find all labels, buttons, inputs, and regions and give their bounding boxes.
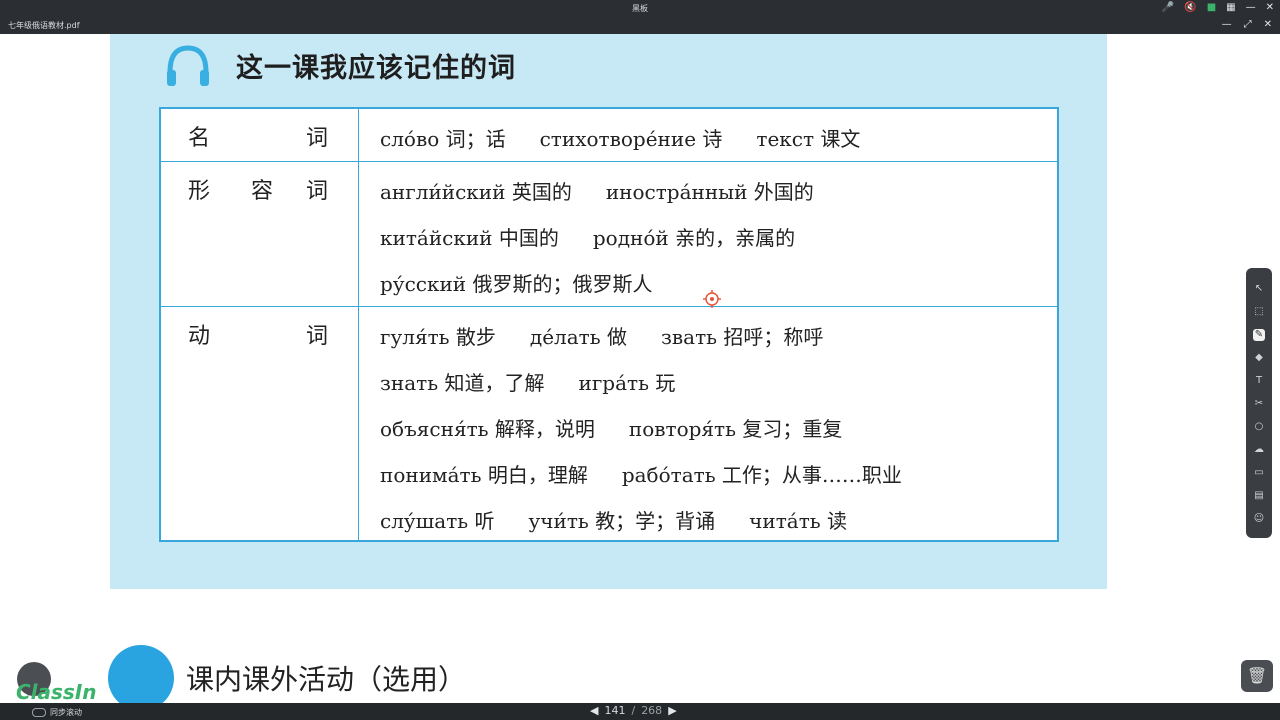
drawing-toolbar: ↖ ⬚ ✎ ◆ T ✂ ○ ☁ ▭ ▤ ☺	[1246, 268, 1272, 538]
tab-close-icon[interactable]: ✕	[1264, 18, 1272, 32]
close-icon[interactable]: ✕	[1266, 1, 1274, 15]
cloud-icon[interactable]: ☁	[1253, 444, 1265, 456]
trash-icon[interactable]: 🗑	[1241, 660, 1273, 692]
scissors-icon[interactable]: ✂	[1253, 398, 1265, 410]
sync-scroll-toggle[interactable]: 同步滚动	[32, 707, 82, 718]
tab-minimize-icon[interactable]: —	[1222, 18, 1232, 32]
word-line: сло́во 词；话 стихотворе́ние 诗 текст 课文	[380, 127, 861, 151]
text-icon[interactable]: T	[1253, 375, 1265, 387]
document-tabbar: 七年级俄语教材.pdf — ⤢ ✕	[0, 16, 1280, 34]
pager: ◀ 141 / 268 ▶	[590, 704, 677, 717]
select-icon[interactable]: ⬚	[1253, 306, 1265, 318]
page-total: 268	[641, 704, 663, 717]
camera-icon[interactable]: ■	[1207, 1, 1216, 15]
toolbox-icon[interactable]: ▭	[1253, 467, 1265, 479]
word-line: гуля́ть 散步 де́лать 做 звать 招呼；称呼	[380, 325, 824, 349]
sync-label: 同步滚动	[50, 708, 82, 717]
microphone-icon[interactable]: 🎤	[1162, 1, 1174, 15]
window-titlebar: 黑板 🎤 🔇 ■ ▦ — ✕	[0, 0, 1280, 16]
activity-icon	[108, 645, 174, 711]
word-line: слу́шать 听 учи́ть 教；学；背诵 чита́ть 读	[380, 509, 848, 533]
grid-icon[interactable]: ▦	[1226, 1, 1235, 15]
page-current: 141	[604, 704, 626, 717]
toggle-switch-icon[interactable]	[32, 708, 46, 717]
pointer-icon[interactable]: ↖	[1253, 283, 1265, 295]
laser-pointer-icon	[703, 290, 721, 308]
pen-icon[interactable]: ✎	[1253, 329, 1265, 341]
headphone-icon	[167, 45, 209, 86]
bottom-bar: 同步滚动 ◀ 141 / 268 ▶	[0, 703, 1280, 720]
classin-logo: ClassIn	[16, 680, 97, 704]
category-cell: 名 词	[161, 109, 359, 161]
window-title: 黑板	[632, 4, 648, 13]
table-row-verbs: 动 词 гуля́ть 散步 де́лать 做 звать 招呼；称呼 знать…	[161, 306, 1057, 542]
vocab-table: 名 词 сло́во 词；话 стихотворе́ние 诗 текст 课文 形…	[159, 107, 1059, 542]
table-row-adjectives: 形 容 词 англи́йский 英国的 иностра́нный 外国的 ки…	[161, 161, 1057, 306]
members-icon[interactable]: ☺	[1253, 513, 1265, 525]
chat-icon[interactable]: ▤	[1253, 490, 1265, 502]
prev-page-icon[interactable]: ◀	[590, 704, 598, 717]
tab-restore-icon[interactable]: ⤢	[1244, 18, 1252, 32]
category-cell: 形 容 词	[161, 162, 359, 306]
word-line: объясня́ть 解释，说明 повторя́ть 复习；重复	[380, 417, 843, 441]
minimize-icon[interactable]: —	[1246, 1, 1256, 15]
volume-icon[interactable]: 🔇	[1184, 1, 1196, 15]
word-line: знать 知道，了解 игра́ть 玩	[380, 371, 676, 395]
word-line: англи́йский 英国的 иностра́нный 外国的	[380, 180, 814, 204]
document-tab[interactable]: 七年级俄语教材.pdf	[8, 20, 80, 31]
activity-title: 课内课外活动（选用）	[186, 663, 467, 696]
word-line: кита́йский 中国的 родно́й 亲的，亲属的	[380, 226, 796, 250]
section-title: 这一课我应该记住的词	[236, 53, 516, 84]
next-page-icon[interactable]: ▶	[668, 704, 676, 717]
word-line: ру́сский 俄罗斯的；俄罗斯人	[380, 272, 653, 296]
word-line: понима́ть 明白，理解 рабо́тать 工作；从事……职业	[380, 463, 902, 487]
category-cell: 动 词	[161, 307, 359, 542]
table-row-nouns: 名 词 сло́во 词；话 стихотворе́ние 诗 текст 课文	[161, 109, 1057, 161]
shape-icon[interactable]: ○	[1253, 421, 1265, 433]
page-separator: /	[631, 704, 636, 717]
eraser-icon[interactable]: ◆	[1253, 352, 1265, 364]
